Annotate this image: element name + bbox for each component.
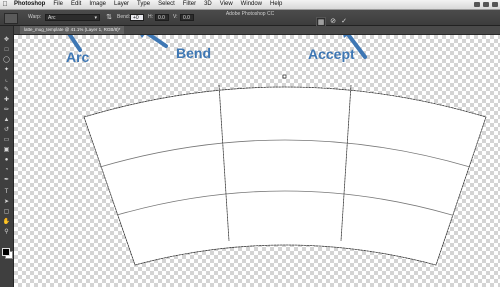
history-brush-tool-icon[interactable]: ↺ xyxy=(2,126,11,133)
menu-edit[interactable]: Edit xyxy=(67,0,85,9)
type-tool-icon[interactable]: T xyxy=(2,188,11,195)
stamp-tool-icon[interactable]: ▲ xyxy=(2,116,11,123)
bend-arrow xyxy=(146,35,168,48)
menu-3d[interactable]: 3D xyxy=(200,0,216,9)
path-select-tool-icon[interactable]: ➤ xyxy=(2,198,11,205)
zoom-tool-icon[interactable]: ⚲ xyxy=(2,228,11,235)
cancel-transform-icon[interactable]: ⊘ xyxy=(329,17,337,25)
menu-bar:  Photoshop File Edit Image Layer Type S… xyxy=(0,0,500,10)
annotation-bend: Bend xyxy=(176,45,211,61)
bend-handle[interactable] xyxy=(282,74,287,79)
healing-tool-icon[interactable]: ✚ xyxy=(2,96,11,103)
app-title: Adobe Photoshop CC xyxy=(225,11,275,17)
crop-tool-icon[interactable]: ⌞ xyxy=(2,76,11,83)
menu-image[interactable]: Image xyxy=(85,0,110,9)
shape-tool-icon[interactable]: ▢ xyxy=(2,208,11,215)
annotation-accept: Accept xyxy=(308,46,355,62)
status-icon xyxy=(492,2,498,7)
hand-tool-icon[interactable]: ✋ xyxy=(2,218,11,225)
eraser-tool-icon[interactable]: ▭ xyxy=(2,136,11,143)
menu-window[interactable]: Window xyxy=(237,0,266,9)
options-bar: Warp: Arc ▾ ⇅ Bend: +0 H: 0.0 V: 0.0 Ado… xyxy=(0,10,500,27)
annotation-arc: Arc xyxy=(66,49,90,65)
move-tool-icon[interactable]: ✥ xyxy=(2,36,11,43)
status-icon xyxy=(483,2,489,7)
menu-layer[interactable]: Layer xyxy=(110,0,133,9)
menu-file[interactable]: File xyxy=(49,0,67,9)
commit-checkmark-icon[interactable]: ✓ xyxy=(340,17,348,25)
apple-icon[interactable]:  xyxy=(0,1,10,8)
menu-view[interactable]: View xyxy=(216,0,237,9)
document-tab[interactable]: latte_mug_template @ 41.1% (Layer 1, RGB… xyxy=(20,26,125,34)
lasso-tool-icon[interactable]: ◯ xyxy=(2,56,11,63)
menu-filter[interactable]: Filter xyxy=(179,0,200,9)
menu-select[interactable]: Select xyxy=(154,0,179,9)
status-icons xyxy=(474,0,498,9)
brush-tool-icon[interactable]: ✏ xyxy=(2,106,11,113)
foreground-color-swatch[interactable] xyxy=(2,248,10,256)
arc-arrow xyxy=(67,35,82,52)
document-canvas[interactable] xyxy=(14,35,500,287)
menu-help[interactable]: Help xyxy=(266,0,286,9)
menu-type[interactable]: Type xyxy=(133,0,154,9)
dodge-tool-icon[interactable]: ◔ xyxy=(2,166,11,173)
menu-app-name[interactable]: Photoshop xyxy=(10,0,49,9)
blur-tool-icon[interactable]: ● xyxy=(2,156,11,163)
warp-mesh[interactable] xyxy=(14,35,500,287)
warped-layer xyxy=(83,86,487,266)
gradient-tool-icon[interactable]: ▣ xyxy=(2,146,11,153)
document-tab-bar: latte_mug_template @ 41.1% (Layer 1, RGB… xyxy=(14,26,500,35)
quick-select-tool-icon[interactable]: ✦ xyxy=(2,66,11,73)
tools-panel: ✥ □ ◯ ✦ ⌞ ✎ ✚ ✏ ▲ ↺ ▭ ▣ ● ◔ ✒ T ➤ ▢ ✋ ⚲ xyxy=(0,26,14,287)
marquee-tool-icon[interactable]: □ xyxy=(2,46,11,53)
status-icon xyxy=(474,2,480,7)
pen-tool-icon[interactable]: ✒ xyxy=(2,176,11,183)
eyedropper-tool-icon[interactable]: ✎ xyxy=(2,86,11,93)
